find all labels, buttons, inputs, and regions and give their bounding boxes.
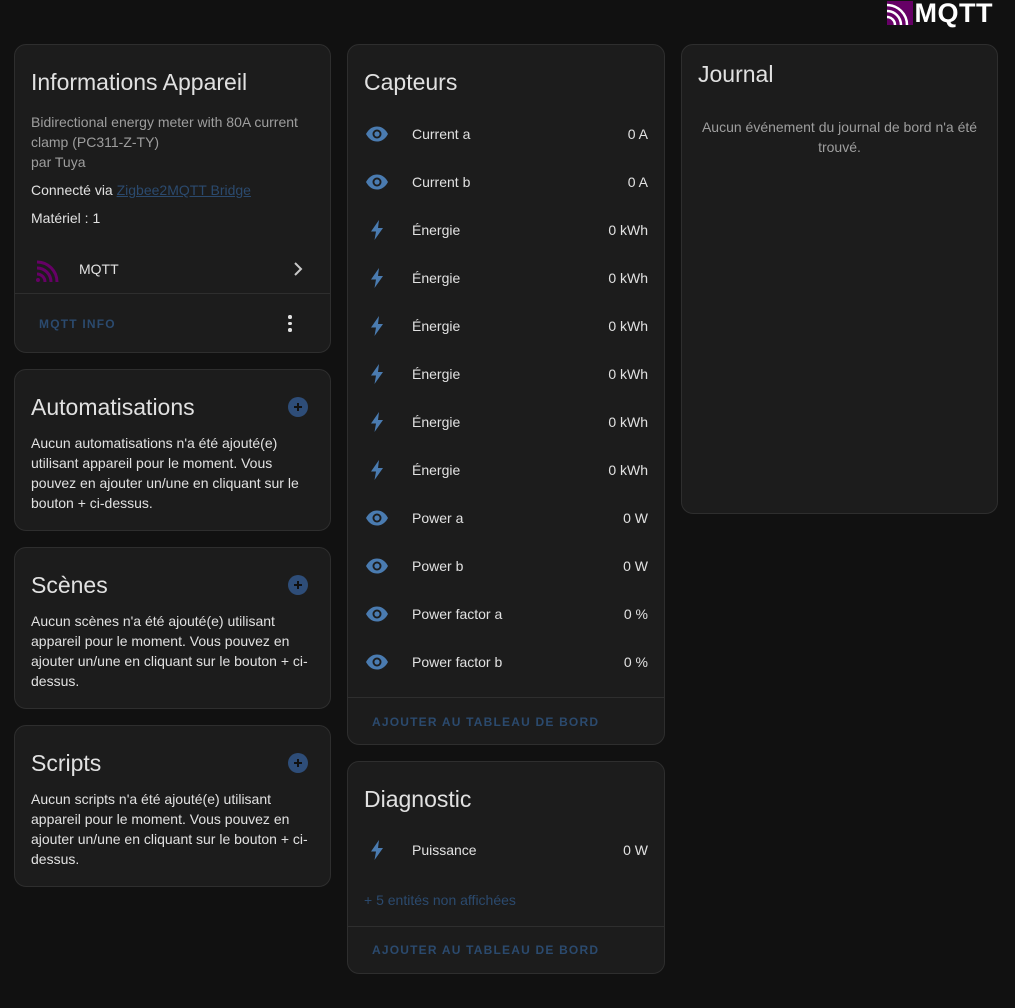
mqtt-logo: MQTT xyxy=(886,0,993,28)
entity-row[interactable]: Power factor a 0 % xyxy=(348,590,664,638)
entity-name: Énergie xyxy=(412,318,461,334)
entity-value: 0 A xyxy=(627,126,648,142)
device-info-card: Informations Appareil Bidirectional ener… xyxy=(14,44,331,353)
add-script-button[interactable] xyxy=(288,753,308,773)
entity-name: Énergie xyxy=(412,366,461,382)
mqtt-integration-row[interactable]: MQTT xyxy=(15,245,330,293)
entity-row[interactable]: Power b 0 W xyxy=(348,542,664,590)
entity-value: 0 kWh xyxy=(608,366,648,382)
entity-row[interactable]: Power factor b 0 % xyxy=(348,638,664,686)
entity-value: 0 W xyxy=(623,510,648,526)
sensors-card: Capteurs Current a 0 A Current b 0 A Énergie… xyxy=(347,44,665,745)
mqtt-icon xyxy=(36,260,59,282)
add-diagnostic-to-dashboard-button[interactable]: AJOUTER AU TABLEAU DE BORD xyxy=(372,943,599,957)
device-hardware: Matériel : 1 xyxy=(31,210,101,226)
mqtt-logo-text: MQTT xyxy=(914,0,993,28)
entity-name: Power factor a xyxy=(412,606,503,622)
scenes-card: Scènes Aucun scènes n'a été ajouté(e) ut… xyxy=(14,547,331,709)
connected-via-label: Connecté via xyxy=(31,182,113,198)
device-info-title: Informations Appareil xyxy=(31,69,248,95)
device-manufacturer: par Tuya xyxy=(31,154,86,170)
mqtt-integration-label: MQTT xyxy=(79,261,119,277)
mqtt-logo-icon xyxy=(886,1,913,25)
zigbee2mqtt-bridge-link[interactable]: Zigbee2MQTT Bridge xyxy=(117,182,251,198)
entity-value: 0 % xyxy=(623,606,648,622)
device-model: Bidirectional energy meter with 80A curr… xyxy=(31,114,298,150)
entity-name: Power factor b xyxy=(412,654,503,670)
flash-icon xyxy=(365,362,389,386)
more-options-icon[interactable] xyxy=(288,315,292,332)
entity-name: Current b xyxy=(412,174,471,190)
entity-row[interactable]: Power a 0 W xyxy=(348,494,664,542)
diagnostic-divider xyxy=(348,926,664,927)
hidden-entities-link[interactable]: + 5 entités non affichées xyxy=(364,890,516,910)
scripts-empty-text: Aucun scripts n'a été ajouté(e) utilisan… xyxy=(31,791,308,867)
scenes-empty-text: Aucun scènes n'a été ajouté(e) utilisant… xyxy=(31,613,308,689)
add-automation-button[interactable] xyxy=(288,397,308,417)
entity-name: Énergie xyxy=(412,222,461,238)
automations-empty-text: Aucun automatisations n'a été ajouté(e) … xyxy=(31,435,299,511)
entity-row[interactable]: Énergie 0 kWh xyxy=(348,350,664,398)
entity-row[interactable]: Énergie 0 kWh xyxy=(348,446,664,494)
entity-row[interactable]: Énergie 0 kWh xyxy=(348,254,664,302)
flash-icon xyxy=(365,458,389,482)
eye-icon xyxy=(365,650,389,674)
entity-row[interactable]: Puissance 0 W xyxy=(348,826,664,874)
entity-name: Énergie xyxy=(412,270,461,286)
entity-value: 0 W xyxy=(623,558,648,574)
mqtt-info-button[interactable]: MQTT INFO xyxy=(39,317,116,331)
entity-name: Énergie xyxy=(412,462,461,478)
device-info-divider xyxy=(15,293,330,294)
entity-row[interactable]: Current b 0 A xyxy=(348,158,664,206)
entity-value: 0 kWh xyxy=(608,414,648,430)
plus-icon xyxy=(294,759,302,767)
flash-icon xyxy=(365,838,389,862)
add-sensors-to-dashboard-button[interactable]: AJOUTER AU TABLEAU DE BORD xyxy=(372,715,599,729)
logbook-empty-text: Aucun événement du journal de bord n'a é… xyxy=(701,119,978,155)
entity-value: 0 A xyxy=(627,174,648,190)
entity-row[interactable]: Énergie 0 kWh xyxy=(348,206,664,254)
flash-icon xyxy=(365,218,389,242)
diagnostic-title: Diagnostic xyxy=(364,786,472,812)
entity-value: 0 kWh xyxy=(608,222,648,238)
scripts-title: Scripts xyxy=(31,750,102,776)
entity-name: Énergie xyxy=(412,414,461,430)
entity-row[interactable]: Énergie 0 kWh xyxy=(348,398,664,446)
sensors-title: Capteurs xyxy=(364,69,458,95)
entity-name: Power b xyxy=(412,558,464,574)
logbook-title: Journal xyxy=(698,61,774,87)
entity-row[interactable]: Énergie 0 kWh xyxy=(348,302,664,350)
eye-icon xyxy=(365,506,389,530)
entity-row[interactable]: Current a 0 A xyxy=(348,110,664,158)
entity-value: 0 % xyxy=(623,654,648,670)
diagnostic-card: Diagnostic Puissance 0 W + 5 entités non … xyxy=(347,761,665,974)
automations-title: Automatisations xyxy=(31,394,195,420)
plus-icon xyxy=(294,403,302,411)
entity-name: Puissance xyxy=(412,842,477,858)
eye-icon xyxy=(365,122,389,146)
connected-via: Connecté via Zigbee2MQTT Bridge xyxy=(31,180,251,200)
eye-icon xyxy=(365,170,389,194)
flash-icon xyxy=(365,266,389,290)
automations-card: Automatisations Aucun automatisations n'… xyxy=(14,369,331,531)
flash-icon xyxy=(365,410,389,434)
plus-icon xyxy=(294,581,302,589)
eye-icon xyxy=(365,602,389,626)
chevron-right-icon xyxy=(294,262,303,276)
scripts-card: Scripts Aucun scripts n'a été ajouté(e) … xyxy=(14,725,331,887)
entity-name: Power a xyxy=(412,510,464,526)
entity-value: 0 kWh xyxy=(608,462,648,478)
flash-icon xyxy=(365,314,389,338)
sensors-divider xyxy=(348,697,664,698)
add-scene-button[interactable] xyxy=(288,575,308,595)
entity-value: 0 kWh xyxy=(608,270,648,286)
scenes-title: Scènes xyxy=(31,572,108,598)
entity-value: 0 kWh xyxy=(608,318,648,334)
eye-icon xyxy=(365,554,389,578)
logbook-card: Journal Aucun événement du journal de bo… xyxy=(681,44,998,514)
entity-value: 0 W xyxy=(623,842,648,858)
entity-name: Current a xyxy=(412,126,471,142)
